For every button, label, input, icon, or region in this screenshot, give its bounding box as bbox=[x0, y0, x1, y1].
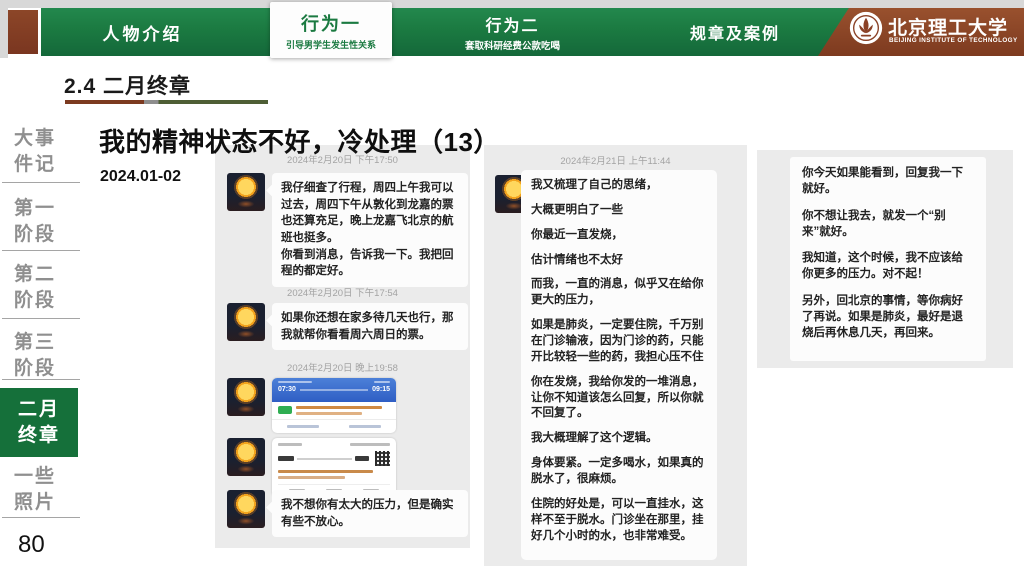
sidebar-item-february-finale-label: 二月终章 bbox=[15, 397, 63, 449]
chat-timestamp: 2024年2月21日 上午11:44 bbox=[484, 153, 747, 167]
flight-card-details bbox=[296, 406, 390, 415]
sidebar-divider bbox=[2, 379, 80, 380]
tab-behavior-2-subtitle: 套取科研经费公款吃喝 bbox=[465, 38, 560, 52]
sidebar-item-stage-2[interactable]: 第二阶段 bbox=[14, 262, 68, 314]
user-avatar-moon-icon bbox=[227, 438, 265, 476]
date-range: 2024.01-02 bbox=[100, 168, 181, 186]
sidebar-item-photos[interactable]: 一些照片 bbox=[14, 464, 68, 516]
chat-message-text: 你最近一直发烧， bbox=[531, 228, 707, 244]
flight-ticket-card: 07:30 09:15 bbox=[272, 378, 396, 433]
chat-message-sheet: 你今天如果能看到，回复我一下就好。 你不想让我去，就发一个“别来”就好。 我知道… bbox=[790, 157, 986, 361]
chat-message-text: 如果是肺炎，一定要住院，千万别在门诊输液，因为门诊的药，只能开比较轻一些的药，我… bbox=[531, 318, 707, 366]
chat-message-text: 我知道，这个时候，我不应该给你更多的压力。对不起！ bbox=[802, 251, 974, 283]
user-avatar-moon-icon bbox=[227, 303, 265, 341]
chat-bubble: 我不想你有太大的压力，但是确实有些不放心。 bbox=[272, 490, 468, 537]
sidebar-item-february-finale[interactable]: 二月终章 bbox=[0, 388, 78, 457]
user-avatar-moon-icon bbox=[227, 378, 265, 416]
section-title: 2.4 二月终章 bbox=[64, 70, 191, 100]
chat-message-text: 大概更明白了一些 bbox=[531, 203, 707, 219]
section-title-underline bbox=[65, 100, 268, 104]
sidebar-item-major-events[interactable]: 大事件记 bbox=[14, 126, 68, 178]
university-name-cn: 北京理工大学 bbox=[888, 13, 1020, 40]
station-name bbox=[278, 456, 294, 461]
chat-screenshot-3: 你今天如果能看到，回复我一下就好。 你不想让我去，就发一个“别来”就好。 我知道… bbox=[757, 150, 1013, 368]
chat-message-text: 我仔细查了行程，周四上午我可以过去，周四下午从敦化到龙嘉的票也还算充足，晚上龙嘉… bbox=[281, 180, 459, 247]
chat-bubble: 我仔细查了行程，周四上午我可以过去，周四下午从敦化到龙嘉的票也还算充足，晚上龙嘉… bbox=[272, 173, 468, 287]
tab-behavior-1[interactable]: 行为一 引导男学生发生性关系 bbox=[270, 2, 392, 58]
left-margin-strip bbox=[0, 0, 8, 58]
station-name bbox=[355, 456, 369, 461]
accent-red-block bbox=[8, 10, 38, 54]
flight-price-tag bbox=[278, 406, 292, 414]
tab-behavior-1-subtitle: 引导男学生发生性关系 bbox=[286, 38, 376, 51]
chat-message-text: 估计情绪也不太好 bbox=[531, 253, 707, 269]
chat-screenshot-1: 2024年2月20日 下午17:50 我仔细查了行程，周四上午我可以过去，周四下… bbox=[215, 145, 470, 548]
flight-card-header: 07:30 09:15 bbox=[272, 378, 396, 402]
flight-route-line bbox=[300, 389, 368, 391]
chat-message-text: 你不想让我去，就发一个“别来”就好。 bbox=[802, 209, 974, 241]
chat-message-text: 身体要紧。一定多喝水，如果真的脱水了，很麻烦。 bbox=[531, 456, 707, 488]
sidebar-divider bbox=[2, 250, 80, 251]
flight-card-actions bbox=[272, 419, 396, 433]
tab-people-intro[interactable]: 人物介绍 bbox=[55, 8, 230, 56]
chat-message-text: 你今天如果能看到，回复我一下就好。 bbox=[802, 166, 974, 198]
chat-message-text: 而我，一直的消息，似乎又在给你更大的压力， bbox=[531, 277, 707, 309]
train-ticket-card bbox=[272, 438, 396, 497]
chat-timestamp: 2024年2月20日 晚上19:58 bbox=[215, 360, 470, 374]
flight-arrival-time: 09:15 bbox=[372, 386, 390, 393]
tab-behavior-1-title: 行为一 bbox=[301, 10, 361, 36]
tab-rules-cases[interactable]: 规章及案例 bbox=[650, 8, 820, 56]
chat-message-text: 我又梳理了自己的思绪， bbox=[531, 178, 707, 194]
sidebar-divider bbox=[2, 182, 80, 183]
chat-message-text: 住院的好处是，可以一直挂水，这样不至于脱水。门诊坐在那里，挂好几个小时的水，也非… bbox=[531, 497, 707, 545]
sidebar-item-stage-3[interactable]: 第三阶段 bbox=[14, 330, 68, 382]
page-number: 80 bbox=[18, 531, 45, 559]
chat-message-sheet: 我又梳理了自己的思绪， 大概更明白了一些 你最近一直发烧， 估计情绪也不太好 而… bbox=[521, 170, 717, 560]
tab-behavior-2-title: 行为二 bbox=[485, 12, 539, 36]
top-margin-strip bbox=[0, 0, 1024, 8]
user-avatar-moon-icon bbox=[227, 490, 265, 528]
university-name-en: BEIJING INSTITUTE OF TECHNOLOGY bbox=[889, 37, 1018, 44]
chat-message-text: 你看到消息，告诉我一下。我把回程的都定好。 bbox=[281, 247, 459, 280]
sidebar-divider bbox=[2, 517, 80, 518]
chat-message-text: 我大概理解了这个逻辑。 bbox=[531, 431, 707, 447]
chat-message-text: 另外，回北京的事情，等你病好了再说。如果是肺炎，最好是退烧后再休息几天，再回来。 bbox=[802, 294, 974, 342]
sidebar-divider bbox=[2, 318, 80, 319]
page-title: 我的精神状态不好，冷处理（13） bbox=[99, 122, 500, 159]
chat-message-text: 你在发烧，我给你发的一堆消息，让你不知道该怎么回复，所以你就不回复了。 bbox=[531, 375, 707, 423]
sidebar-item-stage-1[interactable]: 第一阶段 bbox=[14, 196, 68, 248]
chat-timestamp: 2024年2月20日 下午17:54 bbox=[215, 285, 470, 299]
user-avatar-moon-icon bbox=[227, 173, 265, 211]
chat-bubble: 如果你还想在家多待几天也行，那我就帮你看看周六周日的票。 bbox=[272, 303, 468, 350]
chat-screenshot-2: 2024年2月21日 上午11:44 我又梳理了自己的思绪， 大概更明白了一些 … bbox=[484, 145, 747, 566]
flight-departure-time: 07:30 bbox=[278, 386, 296, 393]
qr-code-icon bbox=[375, 451, 390, 466]
tab-behavior-2[interactable]: 行为二 套取科研经费公款吃喝 bbox=[430, 8, 595, 56]
bit-emblem-icon bbox=[849, 11, 883, 45]
